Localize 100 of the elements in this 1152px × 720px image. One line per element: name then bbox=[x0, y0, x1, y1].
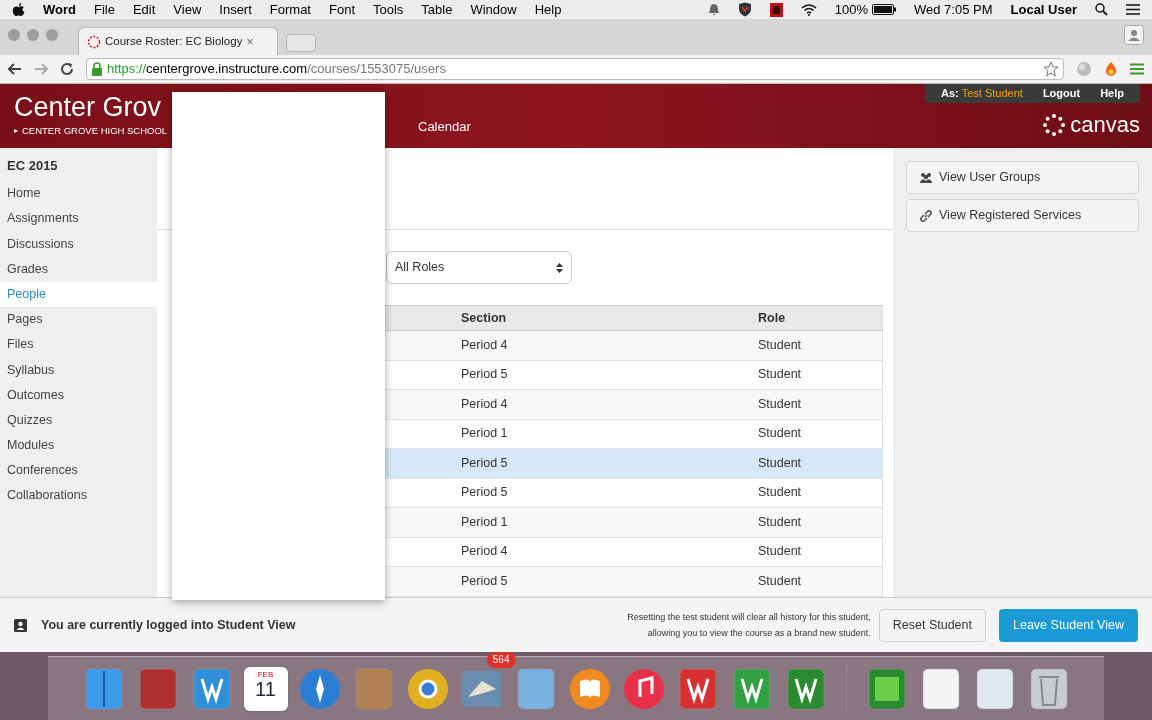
table-row[interactable]: Period 4 Student bbox=[385, 331, 882, 361]
table-cell-text: Period 1 bbox=[461, 425, 509, 443]
header-link[interactable]: Logout bbox=[1042, 85, 1081, 102]
table-cell-text: Student bbox=[758, 572, 802, 590]
record-icon[interactable] bbox=[769, 2, 783, 17]
table-cell-text: Student bbox=[758, 425, 802, 443]
table-row[interactable]: Period 5 Student bbox=[385, 449, 882, 479]
table-cell-text: Student bbox=[758, 366, 802, 384]
header-link[interactable]: Help bbox=[1100, 85, 1124, 102]
course-nav-item[interactable]: Files bbox=[0, 332, 157, 358]
table-cell-text: Student bbox=[758, 395, 802, 413]
menu-icon[interactable] bbox=[1130, 63, 1144, 75]
app-menu[interactable]: Word bbox=[43, 0, 76, 20]
link-icon bbox=[919, 208, 933, 223]
users-icon bbox=[919, 171, 933, 184]
calendar-month: FEB bbox=[257, 670, 274, 679]
forward-icon[interactable] bbox=[34, 63, 48, 75]
course-nav-item[interactable]: Grades bbox=[0, 256, 157, 282]
course-nav-item[interactable]: Syllabus bbox=[0, 357, 157, 383]
back-icon[interactable] bbox=[8, 63, 22, 75]
menu-item[interactable]: Insert bbox=[219, 0, 252, 20]
table-cell-text: Period 4 bbox=[461, 395, 509, 413]
menu-item[interactable]: File bbox=[94, 0, 115, 20]
select-arrows-icon bbox=[556, 261, 563, 274]
profile-icon[interactable] bbox=[1124, 25, 1144, 45]
school-name: CENTER GROVE HIGH SCHOOL bbox=[22, 123, 168, 138]
browser-icon[interactable] bbox=[405, 666, 450, 711]
table-cell-text: Period 4 bbox=[461, 336, 509, 354]
table-row[interactable]: Period 4 Student bbox=[385, 390, 882, 420]
reset-note: Resetting the test student will clear all history for this student, bbox=[627, 611, 871, 624]
table-cell-text: Period 5 bbox=[461, 572, 509, 590]
table-cell-text: Period 1 bbox=[461, 513, 509, 531]
menu-item[interactable]: Font bbox=[329, 0, 355, 20]
site-logo[interactable]: Center Grov bbox=[14, 93, 162, 121]
canvas-logo-icon bbox=[1042, 113, 1067, 137]
role-select[interactable]: All Roles bbox=[386, 251, 572, 284]
masquerade-label: As: Test Student bbox=[940, 86, 1023, 102]
compass-icon[interactable] bbox=[297, 666, 342, 711]
user-name[interactable]: Local User bbox=[1010, 0, 1077, 20]
music-note-icon[interactable] bbox=[621, 666, 666, 711]
nav-link[interactable]: Calendar bbox=[418, 116, 471, 137]
wifi-icon[interactable] bbox=[800, 3, 817, 16]
course-nav-item[interactable]: Collaborations bbox=[0, 483, 157, 509]
table-cell-text: Student bbox=[758, 336, 802, 354]
menu-item[interactable]: Help bbox=[534, 0, 562, 20]
course-nav-item[interactable]: Outcomes bbox=[0, 382, 157, 408]
loading-icon bbox=[87, 34, 101, 49]
tab-title: Course Roster: EC Biology bbox=[105, 33, 243, 49]
menu-item[interactable]: View bbox=[173, 0, 202, 20]
school-marker: ▸ bbox=[14, 125, 18, 137]
flame-icon[interactable] bbox=[1104, 61, 1118, 77]
reload-icon[interactable] bbox=[60, 62, 74, 76]
menu-item[interactable]: Window bbox=[470, 0, 517, 20]
brand-name: canvas bbox=[1070, 114, 1140, 136]
address-field[interactable]: https://centergrove.instructure.com/courses/1553075/users bbox=[86, 58, 1064, 80]
course-nav-item[interactable]: Assignments bbox=[0, 206, 157, 232]
course-nav-item[interactable]: People bbox=[0, 281, 157, 307]
table-cell-text: Student bbox=[758, 484, 802, 502]
shield-icon[interactable] bbox=[737, 2, 752, 17]
course-nav-item[interactable]: Discussions bbox=[0, 231, 157, 257]
student-view-message: You are currently logged into Student View bbox=[41, 616, 296, 634]
apple-icon[interactable] bbox=[12, 2, 25, 17]
reset-note: allowing you to view the course as a brand new student. bbox=[647, 627, 871, 640]
course-nav-item[interactable]: Home bbox=[0, 181, 157, 207]
search-icon[interactable] bbox=[1095, 3, 1108, 16]
clock[interactable]: Wed 7:05 PM bbox=[914, 0, 993, 20]
table-cell-text: Period 4 bbox=[461, 543, 509, 561]
battery-icon[interactable] bbox=[872, 4, 896, 15]
browser-tab[interactable]: Course Roster: EC Biology × bbox=[78, 27, 278, 55]
list-icon[interactable] bbox=[1126, 4, 1140, 15]
sidebar-button[interactable]: View User Groups bbox=[906, 161, 1139, 194]
course-nav-item[interactable]: Pages bbox=[0, 306, 157, 333]
battery-percent: 100% bbox=[834, 0, 868, 19]
menu-item[interactable]: Format bbox=[269, 0, 311, 20]
sidebar-button[interactable]: View Registered Services bbox=[906, 199, 1139, 232]
table-cell-text: Period 5 bbox=[461, 454, 509, 472]
table-cell-text: Student bbox=[758, 543, 802, 561]
lock-icon bbox=[91, 62, 103, 76]
course-nav-item[interactable]: Quizzes bbox=[0, 407, 157, 433]
table-row[interactable]: Period 1 Student bbox=[385, 508, 882, 538]
table-cell-text: Period 5 bbox=[461, 366, 509, 384]
column-header[interactable]: Section bbox=[461, 308, 758, 328]
menu-item[interactable]: Tools bbox=[373, 0, 404, 20]
table-cell-text: Student bbox=[758, 454, 802, 472]
url-text: https://centergrove.instructure.com/courses/1553075/users bbox=[107, 60, 446, 79]
table-row[interactable]: Period 5 Student bbox=[385, 567, 882, 597]
reset-student-button[interactable]: Reset Student bbox=[878, 608, 986, 642]
course-nav-item[interactable]: Modules bbox=[0, 432, 157, 459]
menu-item[interactable]: Edit bbox=[132, 0, 156, 20]
column-header[interactable]: Role bbox=[758, 308, 786, 328]
table-cell-text: Student bbox=[758, 513, 802, 531]
tab-close[interactable]: × bbox=[246, 32, 254, 51]
bell-icon[interactable] bbox=[707, 3, 720, 16]
calendar-icon[interactable]: FEB 11 bbox=[243, 666, 288, 711]
calendar-day: 11 bbox=[255, 678, 276, 699]
star-icon[interactable] bbox=[1043, 61, 1059, 77]
menu-item[interactable]: Table bbox=[421, 0, 453, 20]
table-cell-text: Period 5 bbox=[461, 484, 509, 502]
book-icon[interactable] bbox=[567, 666, 612, 711]
course-nav-item[interactable]: Conferences bbox=[0, 458, 157, 484]
